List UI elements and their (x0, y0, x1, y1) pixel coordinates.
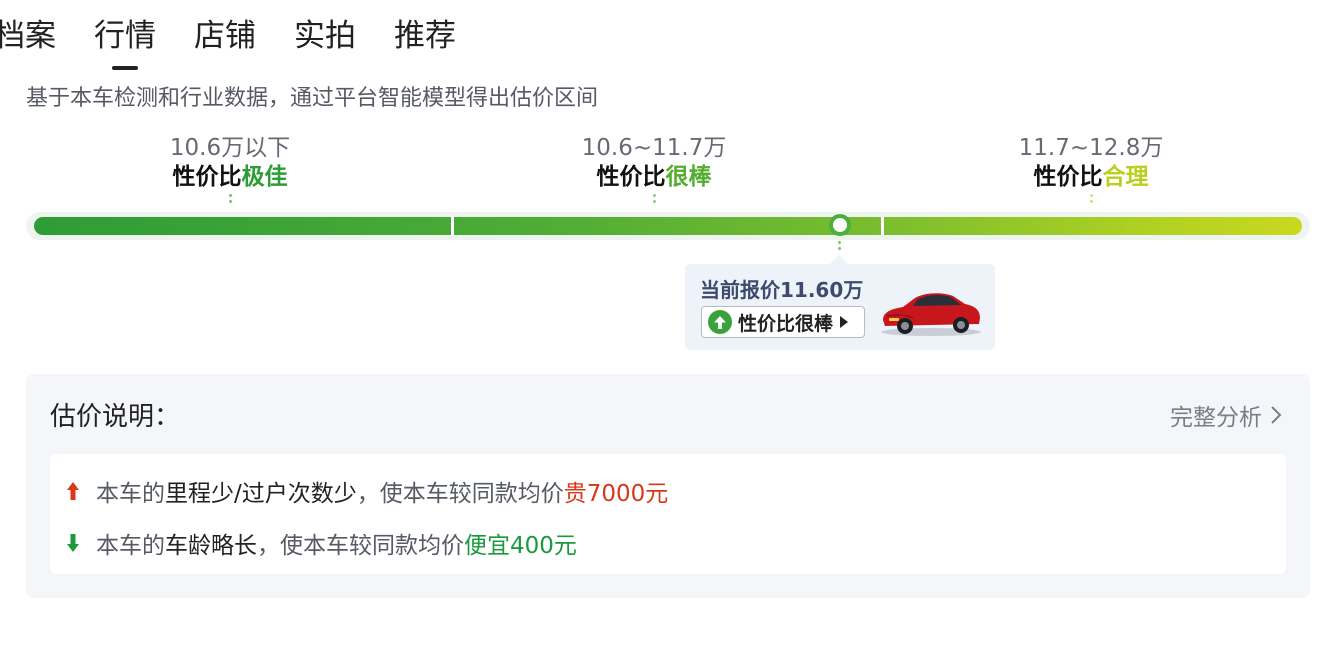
reason-prefix: 本车的 (96, 533, 165, 559)
rating-prefix: 性价比 (596, 164, 666, 190)
range-low-price: 10.6万以下 (169, 135, 291, 161)
range-low: 10.6万以下 性价比极佳 (100, 134, 360, 192)
current-price-card: 当前报价11.60万 性价比很棒 (685, 255, 995, 350)
tab-photos[interactable]: 实拍 (294, 14, 356, 64)
bar-separator (451, 217, 454, 235)
current-price-marker (829, 214, 851, 236)
range-mid-rating: 性价比很棒 (524, 162, 784, 192)
range-high-price: 11.7~12.8万 (1018, 135, 1164, 161)
tab-recommend[interactable]: 推荐 (394, 14, 456, 64)
range-low-rating: 性价比极佳 (100, 162, 360, 192)
reason-middle: ，使本车较同款均价 (257, 533, 464, 559)
chevron-right-icon (1271, 406, 1282, 424)
value-rating-button[interactable]: 性价比很棒 (701, 306, 865, 338)
play-arrow-icon (840, 316, 849, 328)
reason-middle: ，使本车较同款均价 (356, 481, 564, 507)
tab-store[interactable]: 店铺 (194, 14, 256, 64)
range-low-dots (229, 194, 232, 206)
reason-effect: 便宜400元 (464, 533, 577, 559)
tab-market[interactable]: 行情 (94, 14, 156, 64)
current-price-label: 当前报价11.60万 (700, 278, 864, 302)
price-bar (34, 217, 1302, 235)
value-rating-button-label: 性价比很棒 (738, 312, 834, 335)
range-mid-price: 10.6~11.7万 (581, 135, 727, 161)
arrow-up-circle-icon (708, 310, 732, 334)
range-high: 11.7~12.8万 性价比合理 (961, 134, 1221, 192)
rating-value: 合理 (1102, 164, 1149, 190)
valuation-explanation-card: 估价说明： 完整分析 本车的 里程少/过户次数少 ，使本车较同款均价 贵7000元 本… (26, 374, 1310, 598)
range-mid-dots (653, 194, 656, 206)
marker-dots (838, 241, 841, 253)
reason-prefix: 本车的 (96, 481, 165, 507)
reason-item: 本车的 车龄略长 ，使本车较同款均价 便宜400元 (64, 526, 577, 560)
arrow-up-icon (64, 481, 82, 501)
reason-factor: 车龄略长 (165, 533, 257, 559)
explanation-title: 估价说明： (50, 402, 181, 432)
arrow-down-icon (64, 533, 82, 553)
reason-factor: 里程少/过户次数少 (165, 481, 357, 507)
full-analysis-label: 完整分析 (1170, 405, 1262, 431)
range-high-rating: 性价比合理 (961, 162, 1221, 192)
rating-value: 很棒 (665, 164, 712, 190)
rating-value: 极佳 (241, 164, 288, 190)
rating-prefix: 性价比 (172, 164, 242, 190)
range-mid: 10.6~11.7万 性价比很棒 (524, 134, 784, 192)
tab-bar: 档案 行情 店铺 实拍 推荐 (0, 14, 494, 64)
valuation-subtitle: 基于本车检测和行业数据，通过平台智能模型得出估价区间 (26, 86, 599, 111)
bar-separator (881, 217, 884, 235)
reasons-list: 本车的 里程少/过户次数少 ，使本车较同款均价 贵7000元 本车的 车龄略长 ，使本车较… (50, 454, 1286, 574)
range-high-dots (1090, 194, 1093, 206)
full-analysis-link[interactable]: 完整分析 (1170, 398, 1282, 432)
rating-prefix: 性价比 (1033, 164, 1103, 190)
reason-effect: 贵7000元 (563, 481, 669, 507)
reason-item: 本车的 里程少/过户次数少 ，使本车较同款均价 贵7000元 (64, 474, 668, 508)
tab-archive[interactable]: 档案 (0, 14, 56, 64)
car-thumbnail-icon (881, 293, 981, 336)
